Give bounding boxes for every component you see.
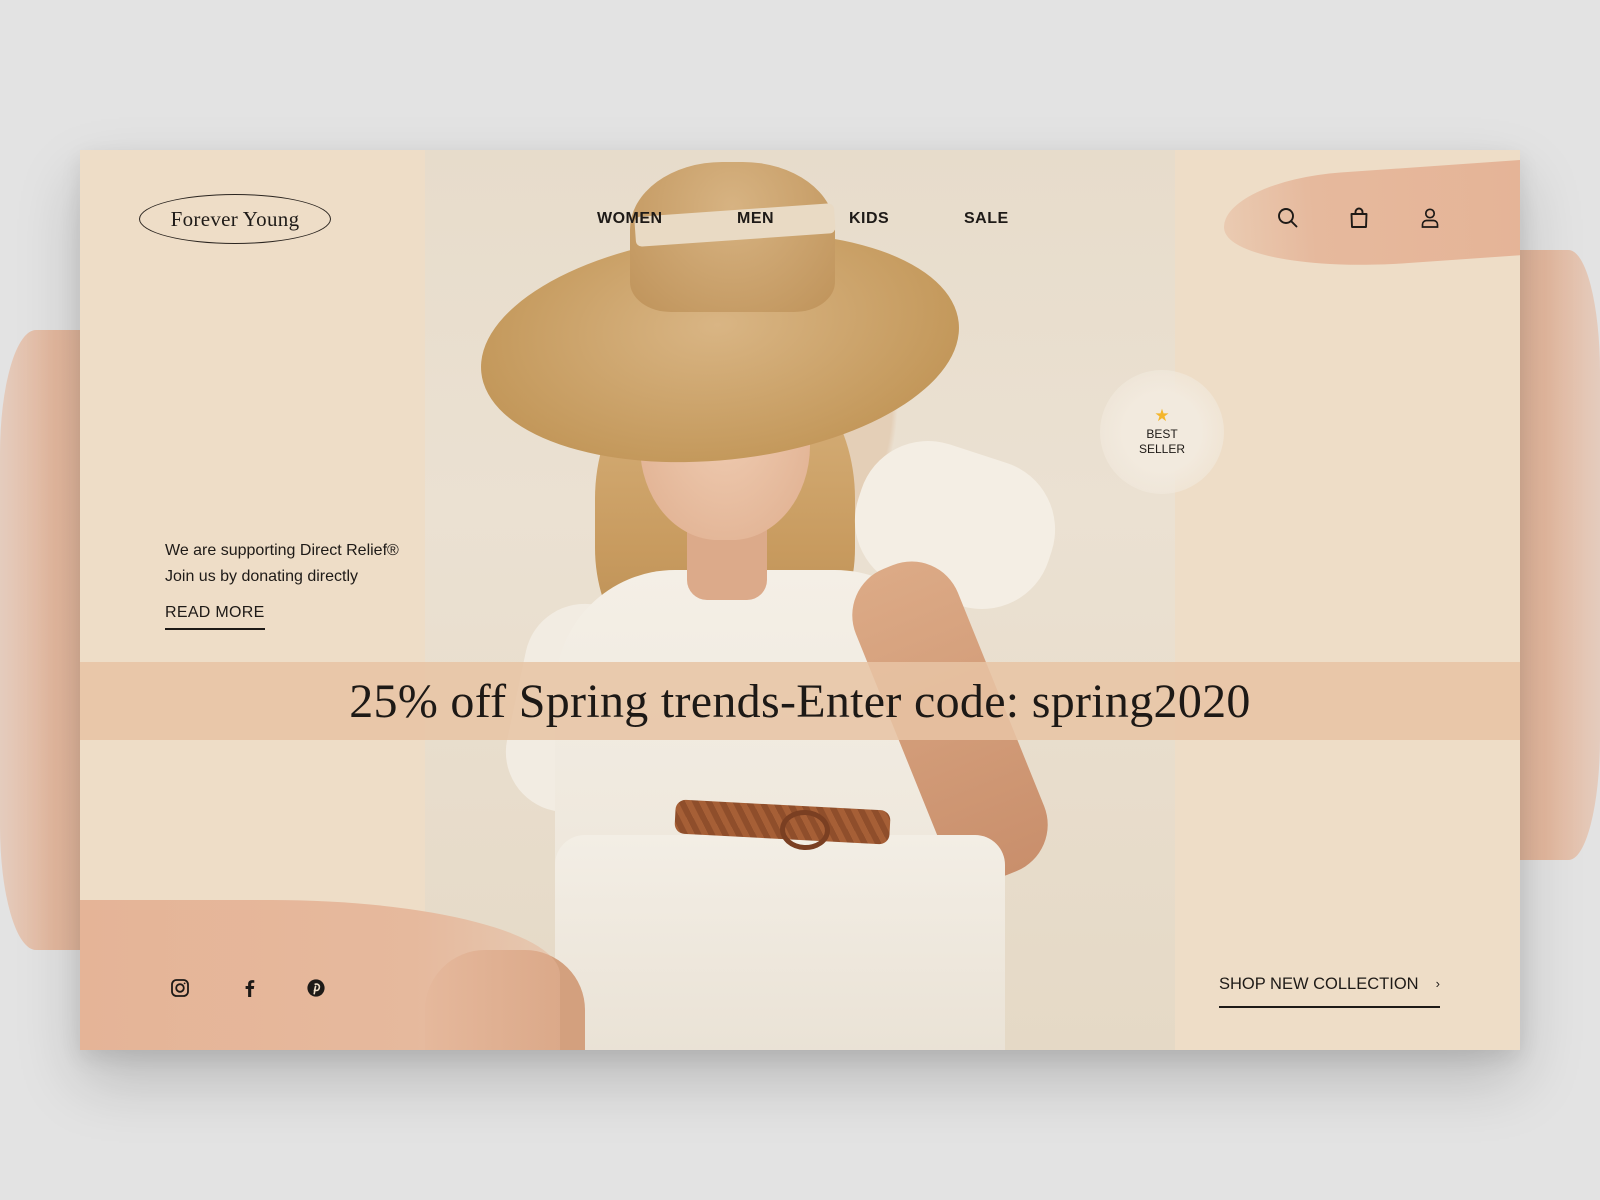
- hero-photo: [425, 150, 1175, 1050]
- nav-item-women[interactable]: WOMEN: [597, 210, 663, 228]
- header-icons: [1275, 205, 1455, 233]
- badge-line-2: SELLER: [1138, 442, 1186, 456]
- search-icon[interactable]: [1275, 205, 1301, 231]
- donation-line-1: We are supporting Direct Relief®: [165, 542, 399, 559]
- landing-page: Forever Young WOMEN MEN KIDS SALE ★ BEST…: [80, 150, 1520, 1050]
- social-links: [170, 978, 350, 1002]
- facebook-icon[interactable]: [240, 978, 260, 998]
- background-brush-right: [1510, 250, 1600, 860]
- model-figure: [425, 150, 1175, 1050]
- instagram-icon[interactable]: [170, 978, 190, 998]
- model-shorts: [555, 835, 1005, 1050]
- donation-message: We are supporting Direct Relief® Join us…: [165, 538, 399, 590]
- shop-new-collection-label: SHOP NEW COLLECTION: [1219, 975, 1419, 993]
- nav-item-kids[interactable]: KIDS: [849, 210, 889, 228]
- promo-text: 25% off Spring trends-Enter code: spring…: [349, 674, 1251, 728]
- read-more-link[interactable]: READ MORE: [165, 604, 265, 630]
- badge-line-1: BEST: [1146, 427, 1178, 441]
- pinterest-icon[interactable]: [306, 978, 326, 998]
- background-brush-left: [0, 330, 90, 950]
- best-seller-badge[interactable]: ★ BEST SELLER: [1100, 370, 1224, 494]
- nav-item-sale[interactable]: SALE: [964, 210, 1009, 228]
- promo-banner: 25% off Spring trends-Enter code: spring…: [80, 662, 1520, 740]
- nav-item-men[interactable]: MEN: [737, 210, 774, 228]
- chevron-right-icon: ›: [1435, 976, 1440, 991]
- shop-new-collection-button[interactable]: SHOP NEW COLLECTION ›: [1219, 975, 1440, 1008]
- star-icon: ★: [1154, 406, 1170, 425]
- shopping-bag-icon[interactable]: [1346, 205, 1372, 231]
- donation-line-2: Join us by donating directly: [165, 568, 358, 585]
- user-icon[interactable]: [1417, 205, 1443, 231]
